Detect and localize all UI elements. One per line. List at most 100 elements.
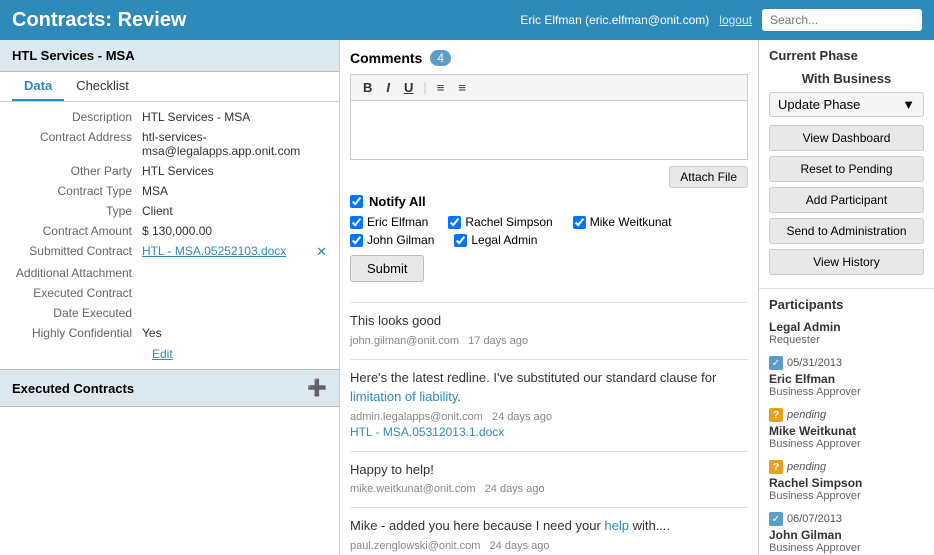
checkbox-legal-admin[interactable]: Legal Admin xyxy=(454,233,537,247)
john-date: 06/07/2013 xyxy=(787,513,842,525)
notify-all-checkbox[interactable] xyxy=(350,195,363,208)
notify-all-label: Notify All xyxy=(369,194,426,209)
view-dashboard-button[interactable]: View Dashboard xyxy=(769,125,924,151)
comment-3: Happy to help! mike.weitkunat@onit.com 2… xyxy=(350,460,748,496)
participant-eric-name: Eric Elfman xyxy=(769,372,924,386)
submit-button[interactable]: Submit xyxy=(350,255,424,282)
executed-contracts-section[interactable]: Executed Contracts ➕ xyxy=(0,369,339,407)
comment-4-meta: paul.zenglowski@onit.com 24 days ago xyxy=(350,540,748,552)
comment-2-link[interactable]: HTL - MSA.05312013.1.docx xyxy=(350,425,748,439)
add-participant-button[interactable]: Add Participant xyxy=(769,187,924,213)
status-check-icon-2: ✓ xyxy=(769,512,783,526)
field-submitted-contract: Submitted Contract HTL - MSA.05252103.do… xyxy=(12,244,327,260)
underline-button[interactable]: U xyxy=(400,79,417,96)
comment-4: Mike - added you here because I need you… xyxy=(350,516,748,552)
rachel-pending: pending xyxy=(787,461,826,473)
participant-mike-status: ? pending xyxy=(769,408,924,422)
header-right: Eric Elfman (eric.elfman@onit.com) logou… xyxy=(520,9,922,31)
toolbar-separator: | xyxy=(423,80,426,95)
user-info: Eric Elfman (eric.elfman@onit.com) xyxy=(520,13,709,27)
comments-header: Comments 4 xyxy=(350,50,748,66)
checkbox-mike-weitkunat[interactable]: Mike Weitkunat xyxy=(573,215,672,229)
label-highly-confidential: Highly Confidential xyxy=(12,326,142,340)
participant-rachel-status: ? pending xyxy=(769,460,924,474)
value-executed-contract xyxy=(142,286,327,300)
update-phase-dropdown[interactable]: Update Phase ▼ xyxy=(769,92,924,117)
value-contract-amount: $ 130,000.00 xyxy=(142,224,327,238)
participant-eric-elfman: ✓ 05/31/2013 Eric Elfman Business Approv… xyxy=(769,356,924,398)
comment-1-text: This looks good xyxy=(350,311,748,331)
field-date-executed: Date Executed xyxy=(12,306,327,320)
label-contract-type: Contract Type xyxy=(12,184,142,198)
field-executed-contract: Executed Contract xyxy=(12,286,327,300)
attach-row: Attach File xyxy=(350,166,748,188)
comment-3-text: Happy to help! xyxy=(350,460,748,480)
comment-2: Here's the latest redline. I've substitu… xyxy=(350,368,748,439)
delete-icon[interactable]: ✕ xyxy=(316,244,327,260)
view-history-button[interactable]: View History xyxy=(769,249,924,275)
divider-3 xyxy=(350,451,748,452)
add-executed-icon[interactable]: ➕ xyxy=(307,378,327,398)
comment-3-meta: mike.weitkunat@onit.com 24 days ago xyxy=(350,483,748,495)
participant-eric-status: ✓ 05/31/2013 xyxy=(769,356,924,370)
value-submitted-contract[interactable]: HTL - MSA.05252103.docx xyxy=(142,244,312,260)
field-additional-attachment: Additional Attachment xyxy=(12,266,327,280)
value-contract-address: htl-services-msa@legalapps.app.onit.com xyxy=(142,130,327,158)
label-contract-amount: Contract Amount xyxy=(12,224,142,238)
participant-mike-name: Mike Weitkunat xyxy=(769,424,924,438)
comment-1-meta: john.gilman@onit.com 17 days ago xyxy=(350,335,748,347)
participants-title: Participants xyxy=(769,297,924,312)
field-contract-amount: Contract Amount $ 130,000.00 xyxy=(12,224,327,238)
page-title: Contracts: Review xyxy=(12,9,187,32)
comments-label: Comments xyxy=(350,50,422,66)
middle-panel: Comments 4 B I U | ≡ ≡ Attach File Notif… xyxy=(340,40,759,555)
tab-data[interactable]: Data xyxy=(12,72,64,101)
unordered-list-button[interactable]: ≡ xyxy=(454,79,470,96)
edit-link[interactable]: Edit xyxy=(152,347,173,361)
field-type: Type Client xyxy=(12,204,327,218)
checkbox-rachel-simpson[interactable]: Rachel Simpson xyxy=(448,215,552,229)
comment-4-text: Mike - added you here because I need you… xyxy=(350,516,748,536)
participant-rachel-role: Business Approver xyxy=(769,490,924,502)
label-type: Type xyxy=(12,204,142,218)
highlight-1: limitation of liability xyxy=(350,389,457,404)
current-phase-title: Current Phase xyxy=(769,48,924,63)
logout-link[interactable]: logout xyxy=(719,13,752,27)
value-date-executed xyxy=(142,306,327,320)
status-pending-icon-2: ? xyxy=(769,460,783,474)
field-contract-address: Contract Address htl-services-msa@legala… xyxy=(12,130,327,158)
label-executed-contract: Executed Contract xyxy=(12,286,142,300)
mike-pending: pending xyxy=(787,409,826,421)
comments-count: 4 xyxy=(430,50,451,66)
field-description: Description HTL Services - MSA xyxy=(12,110,327,124)
left-panel: HTL Services - MSA Data Checklist Descri… xyxy=(0,40,340,555)
ordered-list-button[interactable]: ≡ xyxy=(433,79,449,96)
participant-legal-admin-name: Legal Admin xyxy=(769,320,924,334)
attach-file-button[interactable]: Attach File xyxy=(669,166,748,188)
main-content: HTL Services - MSA Data Checklist Descri… xyxy=(0,40,934,555)
value-additional-attachment xyxy=(142,266,327,280)
bold-button[interactable]: B xyxy=(359,79,376,96)
participant-legal-admin: Legal Admin Requester xyxy=(769,320,924,346)
participant-rachel-simpson: ? pending Rachel Simpson Business Approv… xyxy=(769,460,924,502)
comment-1: This looks good john.gilman@onit.com 17 … xyxy=(350,311,748,347)
checkbox-john-gilman[interactable]: John Gilman xyxy=(350,233,434,247)
editor-toolbar: B I U | ≡ ≡ xyxy=(350,74,748,100)
label-additional-attachment: Additional Attachment xyxy=(12,266,142,280)
value-type: Client xyxy=(142,204,327,218)
value-description: HTL Services - MSA xyxy=(142,110,327,124)
divider-1 xyxy=(350,302,748,303)
comment-editor[interactable] xyxy=(350,100,748,160)
search-input[interactable] xyxy=(762,9,922,31)
italic-button[interactable]: I xyxy=(382,79,394,96)
reset-to-pending-button[interactable]: Reset to Pending xyxy=(769,156,924,182)
send-to-administration-button[interactable]: Send to Administration xyxy=(769,218,924,244)
participants-section: Participants Legal Admin Requester ✓ 05/… xyxy=(759,288,934,555)
divider-2 xyxy=(350,359,748,360)
label-other-party: Other Party xyxy=(12,164,142,178)
phase-name: With Business xyxy=(769,71,924,86)
field-contract-type: Contract Type MSA xyxy=(12,184,327,198)
value-other-party: HTL Services xyxy=(142,164,327,178)
tab-checklist[interactable]: Checklist xyxy=(64,72,141,101)
checkbox-eric-elfman[interactable]: Eric Elfman xyxy=(350,215,428,229)
